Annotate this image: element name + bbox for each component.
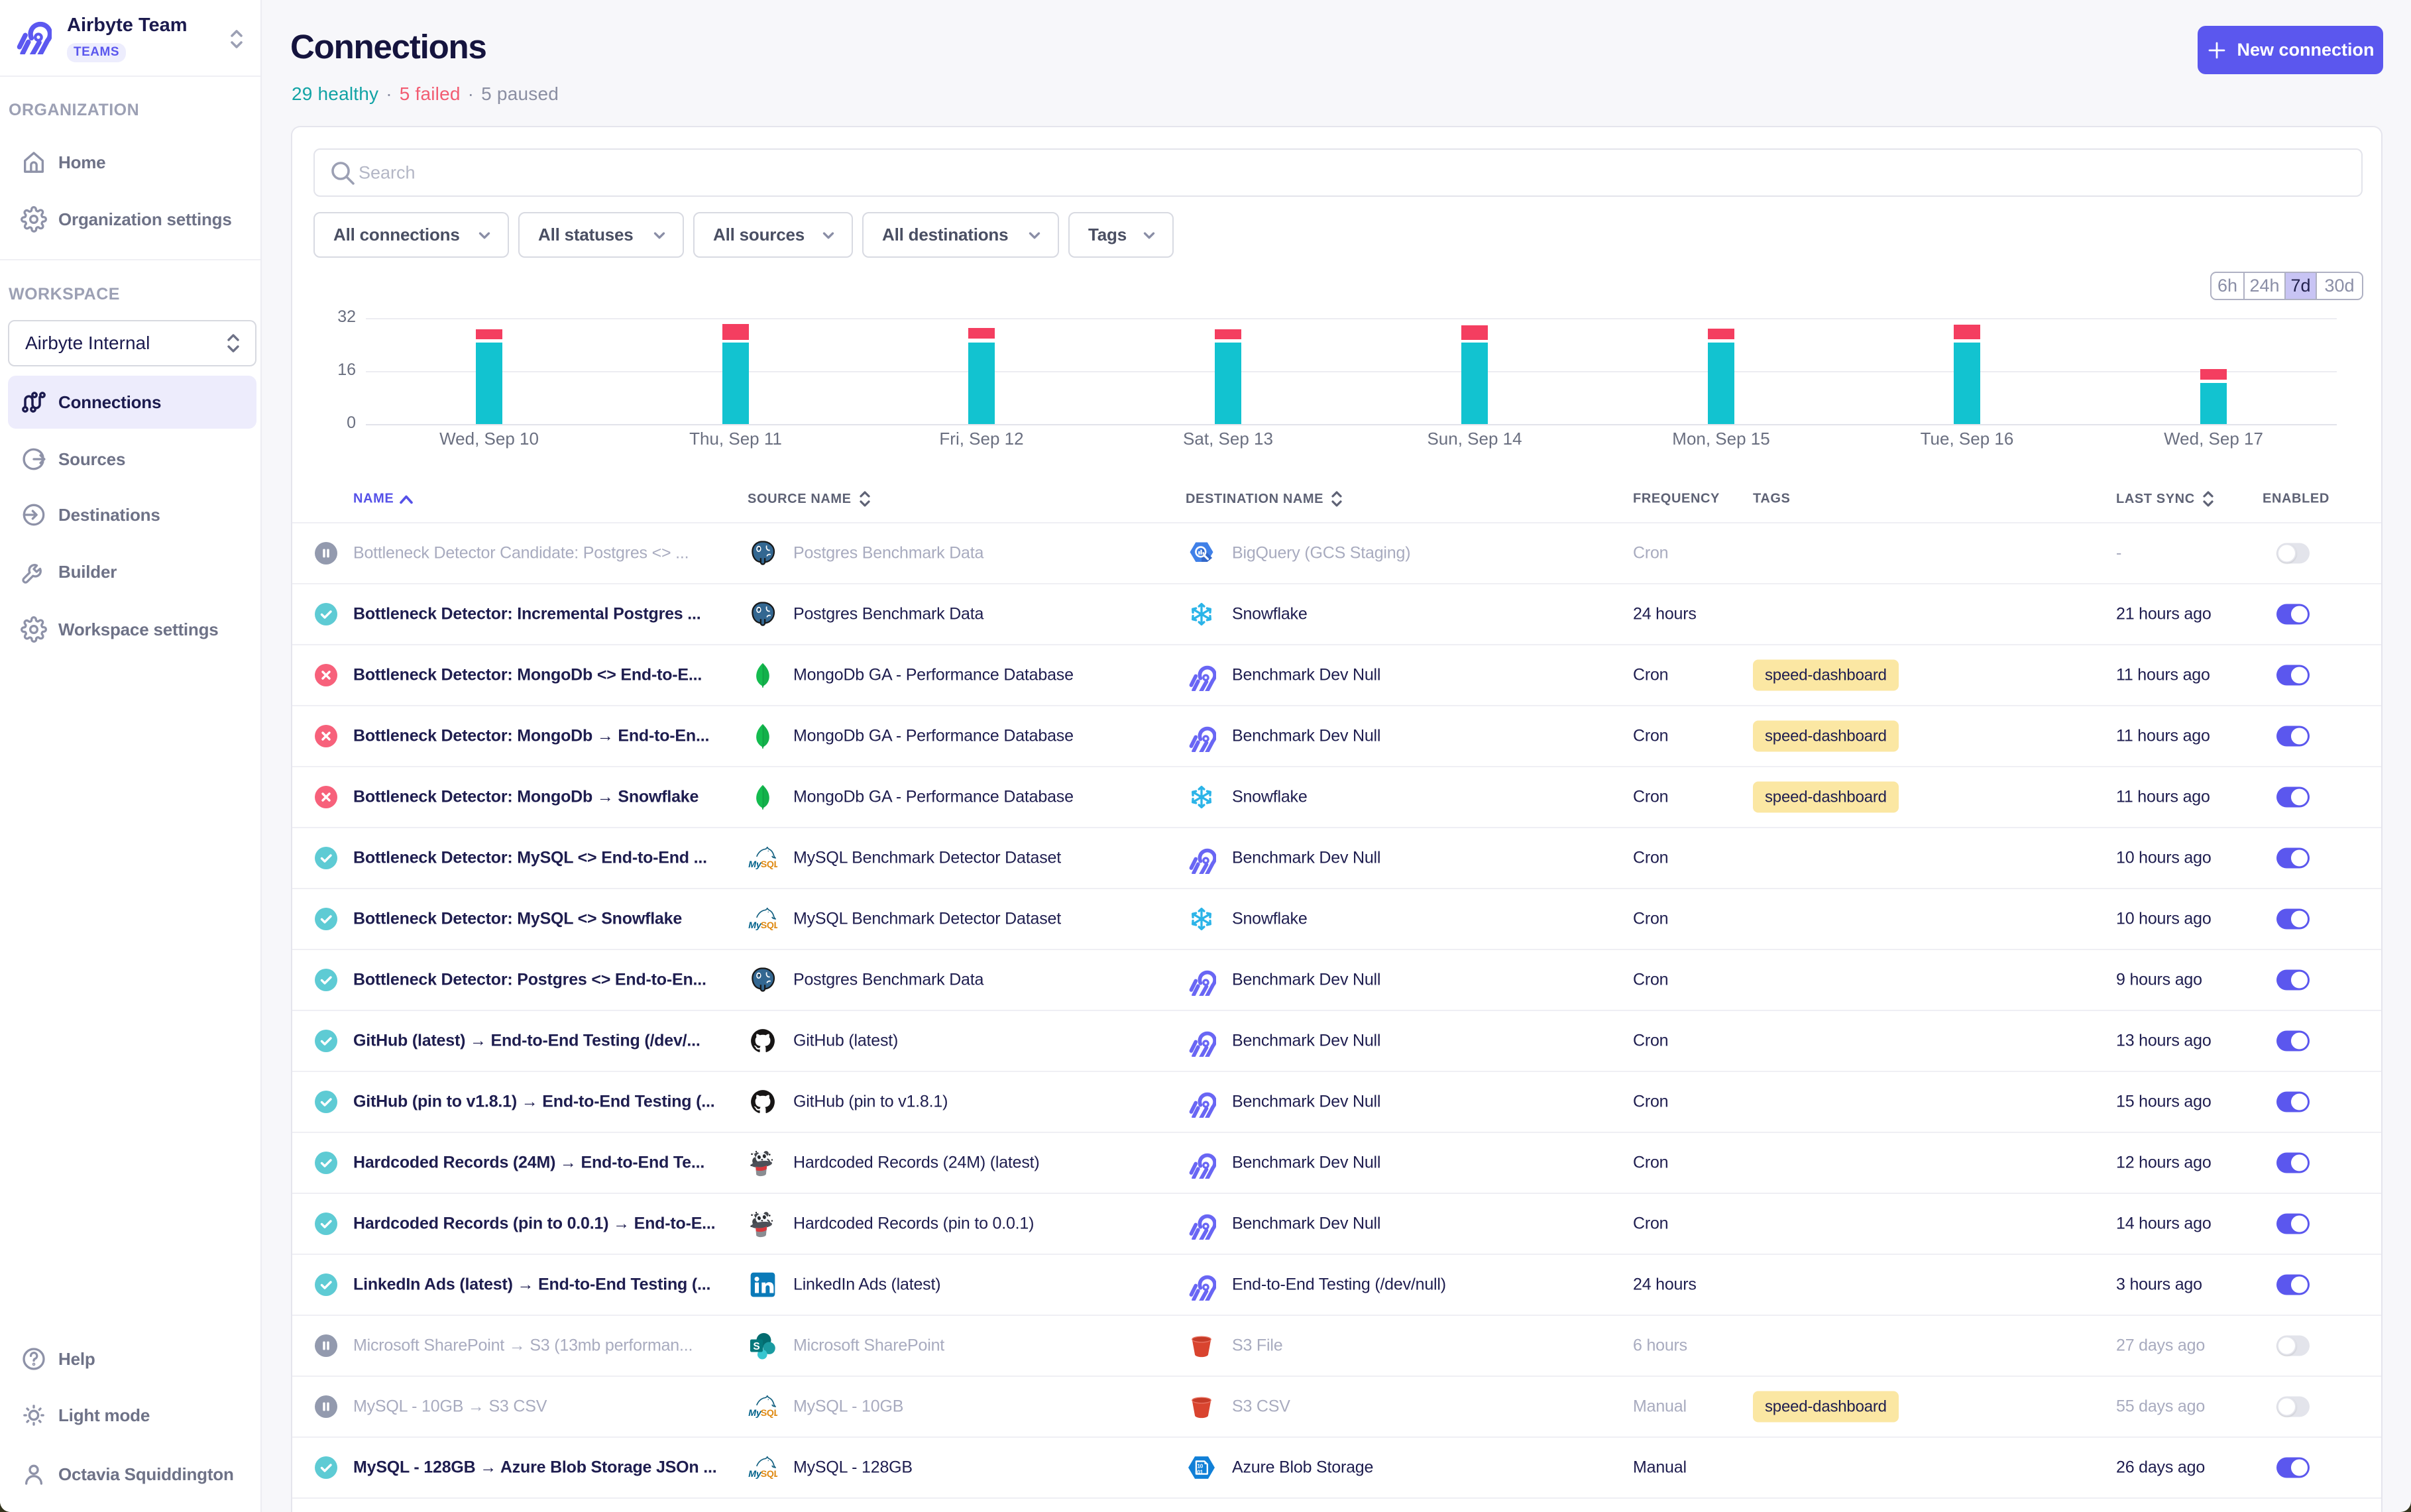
svg-text:01: 01 — [1198, 1470, 1204, 1476]
svg-text:..: .. — [773, 920, 777, 931]
svg-text:..: .. — [773, 1469, 777, 1480]
svg-text:10: 10 — [1198, 1464, 1204, 1470]
svg-text:S: S — [753, 1341, 759, 1352]
svg-text:..: .. — [773, 859, 777, 870]
svg-text:..: .. — [773, 1408, 777, 1419]
